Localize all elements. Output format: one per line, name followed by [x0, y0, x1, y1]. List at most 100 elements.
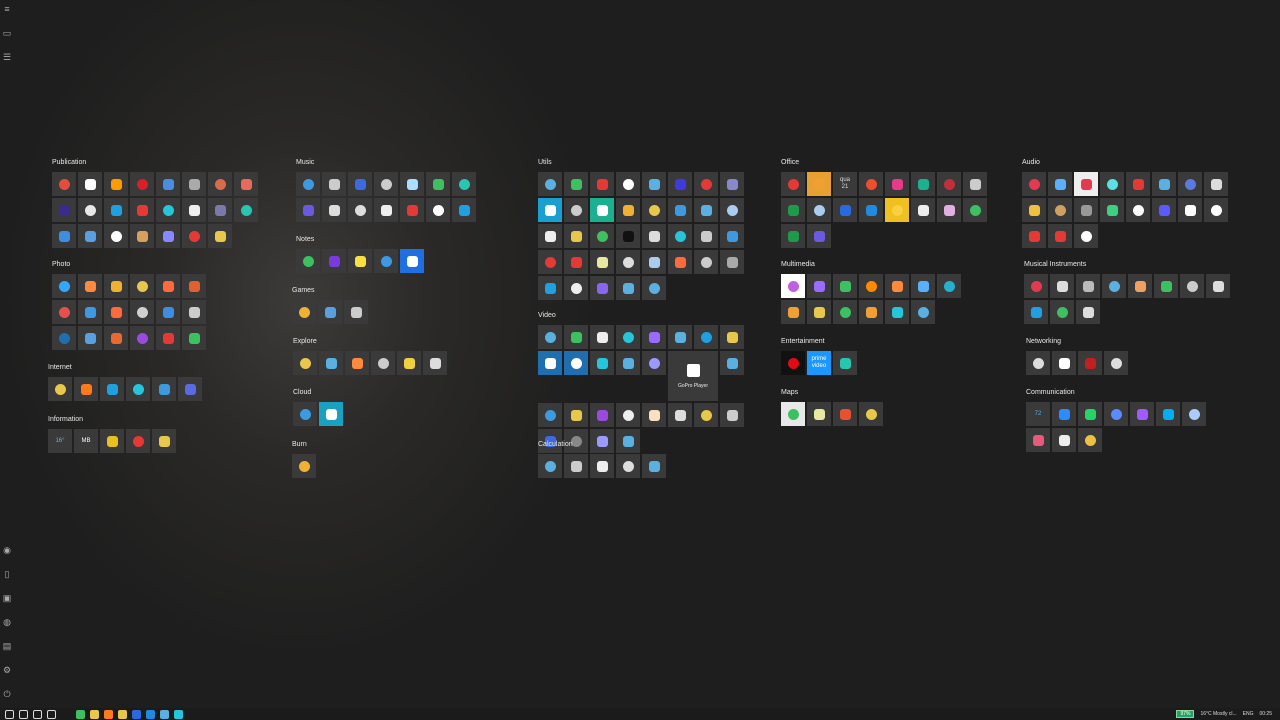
network-icon[interactable]: ◍ — [2, 617, 12, 627]
app-tile[interactable] — [74, 377, 98, 401]
app-tile[interactable] — [694, 325, 718, 349]
app-tile[interactable] — [833, 274, 857, 298]
app-tile[interactable] — [296, 172, 320, 196]
app-tile[interactable] — [616, 403, 640, 427]
language-indicator[interactable]: ENG — [1243, 711, 1254, 717]
app-tile[interactable] — [1100, 198, 1124, 222]
group-title[interactable]: Networking — [1026, 337, 1130, 347]
app-tile[interactable] — [1024, 274, 1048, 298]
app-tile[interactable] — [781, 198, 805, 222]
app-tile[interactable] — [100, 377, 124, 401]
app-tile[interactable] — [1074, 224, 1098, 248]
app-tile[interactable] — [668, 325, 692, 349]
app-tile[interactable] — [348, 249, 372, 273]
app-tile[interactable] — [234, 172, 258, 196]
app-tile[interactable] — [130, 274, 154, 298]
app-tile[interactable] — [616, 224, 640, 248]
app-tile[interactable] — [1048, 224, 1072, 248]
app-tile[interactable] — [538, 351, 562, 375]
app-tile[interactable] — [1126, 172, 1150, 196]
group-title[interactable]: Maps — [781, 388, 885, 398]
app-tile[interactable] — [694, 198, 718, 222]
app-tile[interactable] — [1048, 172, 1072, 196]
app-tile[interactable] — [293, 351, 317, 375]
app-tile[interactable] — [590, 224, 614, 248]
app-tile[interactable] — [78, 326, 102, 350]
app-tile[interactable] — [564, 351, 588, 375]
app-tile[interactable] — [538, 198, 562, 222]
app-tile[interactable] — [1022, 198, 1046, 222]
app-tile[interactable] — [126, 429, 150, 453]
app-tile[interactable] — [538, 250, 562, 274]
app-tile[interactable] — [720, 224, 744, 248]
app-tile[interactable] — [590, 351, 614, 375]
task-view-icon[interactable] — [47, 709, 56, 719]
app-tile[interactable] — [104, 274, 128, 298]
app-tile[interactable] — [807, 274, 831, 298]
app-tile[interactable] — [859, 274, 883, 298]
app-tile[interactable] — [1126, 198, 1150, 222]
app-tile[interactable] — [452, 198, 476, 222]
app-tile[interactable] — [208, 172, 232, 196]
app-tile[interactable] — [1180, 274, 1204, 298]
app-tile[interactable] — [859, 198, 883, 222]
app-tile[interactable] — [668, 403, 692, 427]
app-tile[interactable] — [642, 224, 666, 248]
app-tile[interactable] — [616, 198, 640, 222]
app-tile[interactable] — [400, 198, 424, 222]
app-tile[interactable] — [642, 403, 666, 427]
app-tile[interactable] — [130, 198, 154, 222]
weather-widget[interactable]: 16°C Mostly cl... — [1200, 711, 1236, 717]
app-tile[interactable] — [1022, 224, 1046, 248]
app-tile[interactable] — [182, 274, 206, 298]
app-tile[interactable] — [52, 198, 76, 222]
app-tile[interactable] — [182, 300, 206, 324]
app-tile[interactable] — [859, 172, 883, 196]
app-tile[interactable] — [668, 250, 692, 274]
app-tile[interactable] — [182, 198, 206, 222]
group-title[interactable]: Photo — [52, 260, 208, 270]
app-tile[interactable] — [590, 454, 614, 478]
app-tile[interactable] — [807, 172, 831, 196]
app-tile[interactable] — [642, 172, 666, 196]
settings-icon[interactable]: ⚙ — [2, 665, 12, 675]
group-title[interactable]: Publication — [52, 158, 260, 168]
app-tile[interactable] — [1052, 351, 1076, 375]
app-tile[interactable] — [590, 198, 614, 222]
app-tile[interactable] — [694, 403, 718, 427]
app-tile[interactable] — [374, 198, 398, 222]
app-tile[interactable] — [538, 454, 562, 478]
app-tile[interactable] — [616, 351, 640, 375]
app-tile[interactable] — [78, 274, 102, 298]
app-tile[interactable] — [720, 403, 744, 427]
app-tile[interactable] — [1078, 428, 1102, 452]
app-tile[interactable] — [616, 250, 640, 274]
app-tile[interactable] — [344, 300, 368, 324]
app-tile[interactable] — [833, 300, 857, 324]
app-tile[interactable] — [1204, 172, 1228, 196]
app-tile[interactable] — [182, 326, 206, 350]
app-tile[interactable] — [963, 172, 987, 196]
app-tile[interactable] — [78, 172, 102, 196]
app-tile[interactable] — [52, 326, 76, 350]
app-tile[interactable] — [1156, 402, 1180, 426]
app-tile[interactable] — [1152, 172, 1176, 196]
app-tile[interactable] — [1178, 172, 1202, 196]
app-tile[interactable] — [1100, 172, 1124, 196]
app-tile[interactable] — [1178, 198, 1202, 222]
group-title[interactable]: Office — [781, 158, 989, 168]
app-tile[interactable] — [156, 274, 180, 298]
app-tile[interactable] — [668, 198, 692, 222]
app-tile[interactable] — [1078, 351, 1102, 375]
app-tile[interactable] — [911, 274, 935, 298]
app-tile[interactable] — [1206, 274, 1230, 298]
hamburger-icon[interactable]: ≡ — [2, 4, 12, 14]
app-tile[interactable] — [1074, 172, 1098, 196]
app-tile[interactable] — [1130, 402, 1154, 426]
app-tile[interactable] — [130, 224, 154, 248]
app-tile[interactable] — [1102, 274, 1126, 298]
app-tile[interactable] — [911, 300, 935, 324]
group-title[interactable]: Multimedia — [781, 260, 963, 270]
app-tile[interactable] — [694, 250, 718, 274]
app-tile[interactable] — [833, 351, 857, 375]
